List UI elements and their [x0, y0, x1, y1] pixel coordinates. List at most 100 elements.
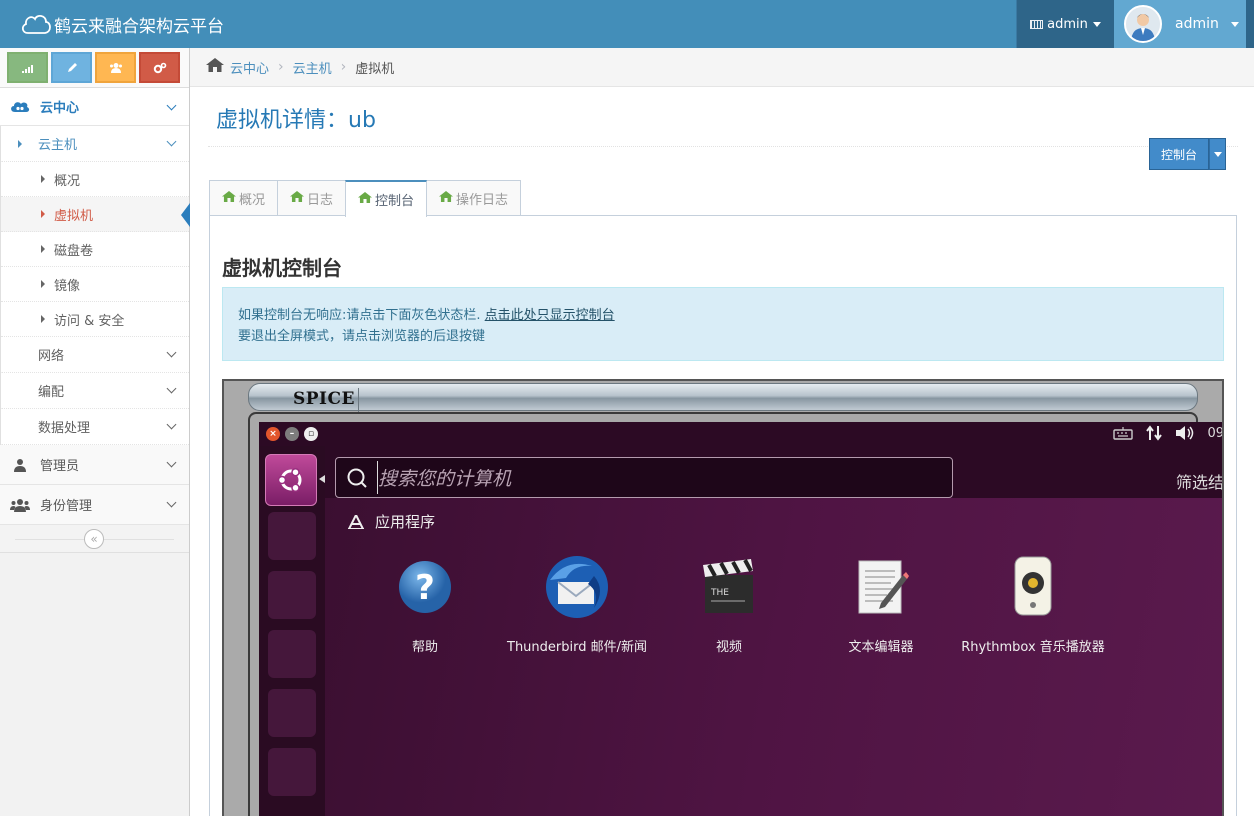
sidebar-item-vm[interactable]: 虚拟机	[1, 197, 190, 232]
brand[interactable]: 鹤云来融合架构云平台	[20, 0, 224, 48]
ubuntu-indicators: 09	[1113, 425, 1222, 441]
dash-search-input[interactable]: 搜索您的计算机	[335, 457, 953, 498]
ubuntu-launcher	[259, 446, 325, 816]
console-split-button: 控制台	[1149, 138, 1226, 170]
breadcrumb-link-cloud-center[interactable]: 云中心	[230, 58, 269, 77]
console-button[interactable]: 控制台	[1149, 138, 1209, 170]
home-icon	[439, 191, 454, 206]
alert-line-1: 如果控制台无响应:请点击下面灰色状态栏. 点击此处只显示控制台	[238, 305, 1208, 326]
active-pointer	[181, 203, 190, 227]
clock-text[interactable]: 09	[1207, 426, 1222, 441]
minimize-icon[interactable]: –	[285, 427, 299, 441]
admin-menu-button[interactable]: admin	[1016, 0, 1114, 48]
search-icon	[347, 468, 367, 488]
network-indicator-icon[interactable]	[1145, 425, 1163, 441]
sidebar-item-orchestration[interactable]: 编配	[1, 373, 189, 409]
sidebar-item-network[interactable]: 网络	[1, 337, 189, 373]
user-name: admin	[1175, 16, 1219, 32]
console-dropdown-toggle[interactable]	[1209, 138, 1226, 170]
maximize-icon[interactable]: ▫	[304, 427, 318, 441]
tab-label: 日志	[307, 193, 334, 208]
sidebar-item-label: 云中心	[40, 101, 80, 116]
apps-heading-label: 应用程序	[375, 513, 436, 531]
close-icon[interactable]: ×	[266, 427, 280, 441]
app-label: 文本编辑器	[848, 640, 914, 655]
firefox-icon[interactable]	[268, 571, 316, 619]
cogs-icon[interactable]	[139, 52, 180, 83]
vm-screen[interactable]: × – ▫ 09 搜索您的计算机 筛选结 应用程序 ? 帮助 Thunderbi…	[259, 422, 1222, 816]
calc-icon[interactable]	[268, 689, 316, 737]
app-rhythmbox[interactable]: Rhythmbox 音乐播放器	[953, 552, 1113, 655]
sidebar-item-images[interactable]: 镜像	[1, 267, 189, 302]
breadcrumb-link-cloud-host[interactable]: 云主机	[293, 58, 332, 77]
videos-icon: THE	[694, 552, 764, 622]
app-label: 视频	[715, 640, 742, 655]
spice-console[interactable]: SPICE × – ▫ 09 搜索您的计算机 筛选结 应用程序 ? 帮助 Thu…	[222, 379, 1224, 816]
sidebar-item-overview[interactable]: 概况	[1, 162, 189, 197]
pencil-icon[interactable]	[51, 52, 92, 83]
group-icon	[10, 498, 30, 512]
console-only-link[interactable]: 点击此处只显示控制台	[485, 308, 615, 323]
tab-label: 操作日志	[456, 193, 509, 208]
svg-text:THE: THE	[710, 588, 729, 598]
caret-down-icon	[1213, 151, 1222, 157]
avatar	[1124, 5, 1162, 43]
sidebar-item-cloud-center[interactable]: 云中心	[0, 88, 189, 126]
impress-icon[interactable]	[268, 748, 316, 796]
sidebar-item-identity[interactable]: 身份管理	[0, 485, 189, 525]
help-icon: ?	[390, 552, 460, 622]
sidebar-item-label: 身份管理	[40, 499, 93, 514]
sidebar-item-access-security[interactable]: 访问 & 安全	[1, 302, 189, 337]
text-cursor	[377, 461, 378, 494]
users-icon[interactable]	[95, 52, 136, 83]
brand-title: 鹤云来融合架构云平台	[54, 16, 224, 37]
caret-right-icon	[41, 280, 45, 288]
user-md-icon	[10, 458, 30, 472]
section-title: 虚拟机控制台	[222, 256, 342, 280]
app-videos[interactable]: THE 视频	[649, 552, 809, 655]
spice-bar-separator	[358, 388, 359, 414]
chevron-down-icon	[166, 457, 177, 468]
home-icon	[290, 191, 305, 206]
svg-text:?: ?	[415, 568, 435, 608]
writer-icon[interactable]	[268, 630, 316, 678]
user-menu-button[interactable]: admin	[1114, 0, 1246, 48]
sidebar-item-label: 编配	[38, 385, 65, 400]
app-thunderbird[interactable]: Thunderbird 邮件/新闻	[497, 552, 657, 655]
sidebar-item-admin[interactable]: 管理员	[0, 445, 189, 485]
rhythmbox-icon	[998, 552, 1068, 622]
app-help[interactable]: ? 帮助	[345, 552, 505, 655]
signal-icon[interactable]	[7, 52, 48, 83]
navbar-edge	[1246, 0, 1254, 48]
ubuntu-logo-icon[interactable]	[265, 454, 317, 506]
text-editor-icon	[846, 552, 916, 622]
tab-log[interactable]: 日志	[277, 180, 347, 216]
breadcrumb-separator-icon: ›	[340, 59, 347, 75]
tab-console[interactable]: 控制台	[345, 180, 428, 217]
chevron-down-icon	[166, 347, 177, 358]
detail-tabs: 概况 日志 控制台 操作日志	[209, 180, 522, 217]
dash-background	[325, 498, 1222, 816]
search-placeholder: 搜索您的计算机	[378, 468, 512, 490]
app-text-editor[interactable]: 文本编辑器	[801, 552, 961, 655]
chevron-down-icon	[166, 383, 177, 394]
apps-category-heading: 应用程序	[347, 511, 435, 532]
sidebar-item-volumes[interactable]: 磁盘卷	[1, 232, 189, 267]
tab-overview[interactable]: 概况	[209, 180, 279, 216]
home-icon[interactable]	[206, 58, 224, 76]
double-angle-left-icon[interactable]: «	[84, 529, 104, 549]
tab-action-log[interactable]: 操作日志	[426, 180, 522, 216]
sidebar: 云中心 云主机 概况 虚拟机 磁盘卷 镜像 访问 & 安全 网络 编配 数据处理…	[0, 48, 190, 816]
tab-label: 控制台	[375, 194, 415, 209]
sidebar-item-cloud-host[interactable]: 云主机	[1, 126, 189, 162]
caret-down-icon	[1092, 21, 1101, 27]
spice-status-bar[interactable]: SPICE	[248, 383, 1198, 414]
keyboard-indicator-icon[interactable]	[1113, 426, 1134, 440]
info-alert: 如果控制台无响应:请点击下面灰色状态栏. 点击此处只显示控制台 要退出全屏模式，…	[222, 287, 1224, 361]
thunderbird-icon	[542, 552, 612, 622]
applications-icon	[348, 514, 364, 529]
filter-results-button[interactable]: 筛选结	[1176, 469, 1222, 493]
volume-icon[interactable]	[1175, 425, 1195, 441]
sidebar-item-data-processing[interactable]: 数据处理	[1, 409, 189, 445]
files-icon[interactable]	[268, 512, 316, 560]
